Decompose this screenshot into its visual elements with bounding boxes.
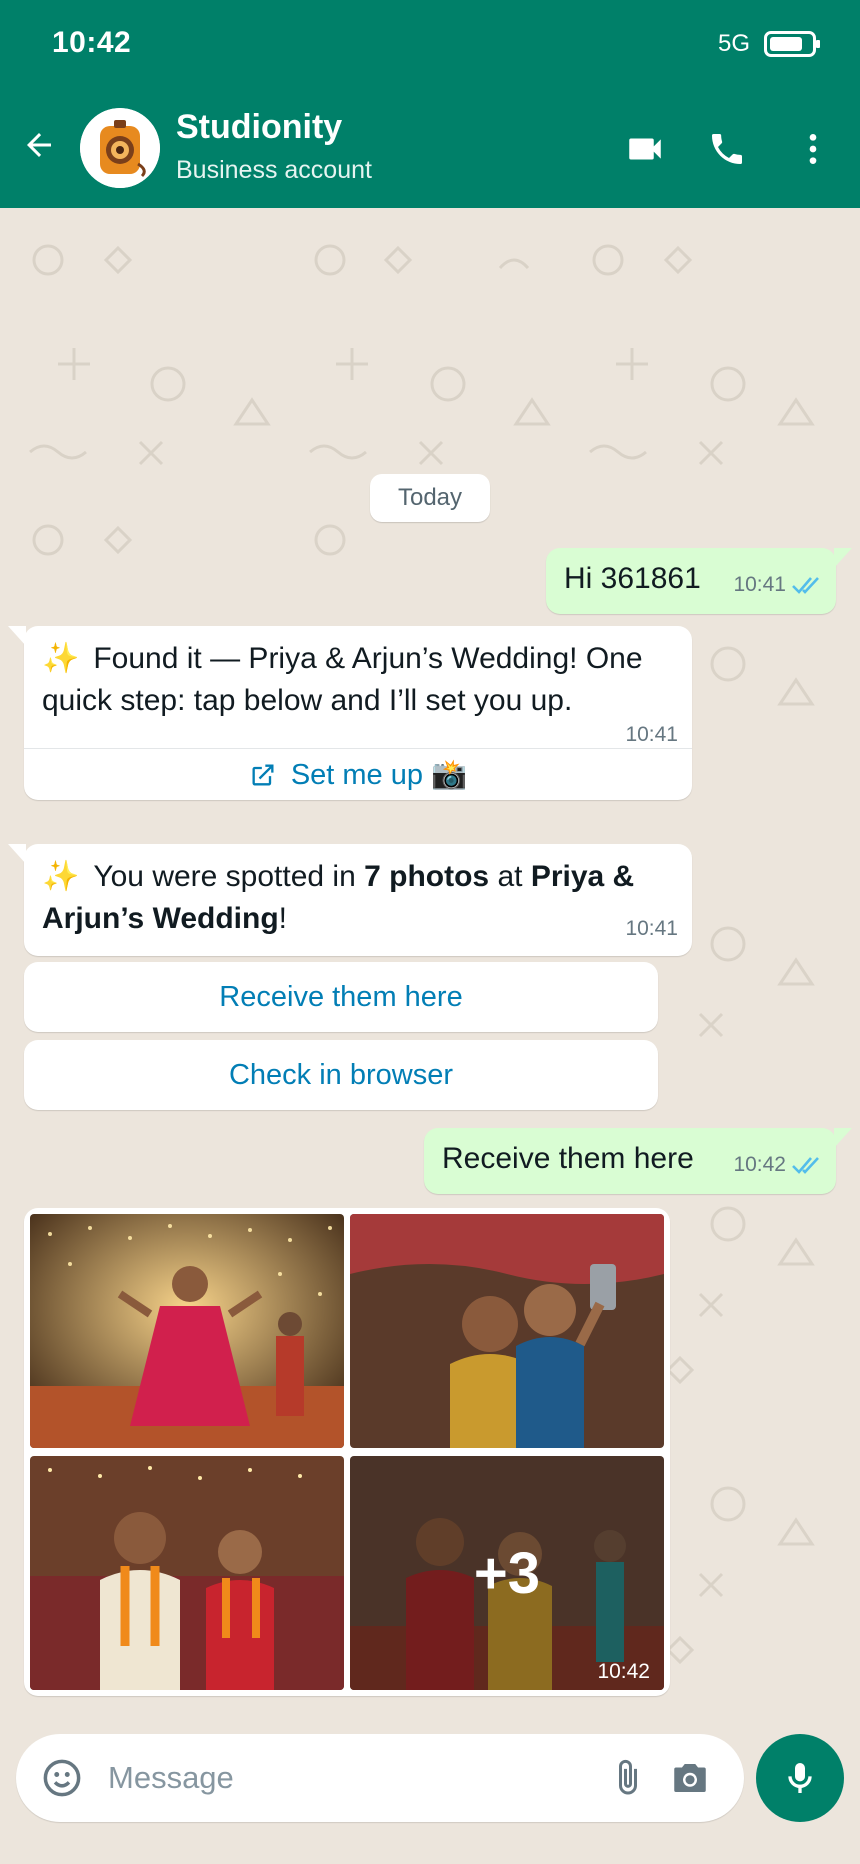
status-time: 10:42 [52,26,132,59]
status-indicators: 5G [717,30,820,58]
video-call-button[interactable] [622,126,668,172]
studionity-logo-icon [80,108,160,188]
mic-icon [788,1763,812,1793]
contact-subtitle: Business account [176,156,372,184]
message-meta: 10:42 [733,1144,822,1186]
battery-icon [764,31,820,57]
double-check-icon [792,1157,819,1174]
message-composer [16,1734,744,1822]
message-outgoing[interactable]: Receive them here 10:42 [424,1128,852,1194]
sparkles-icon: ✨ [42,642,80,675]
message-time: 10:41 [625,917,678,940]
mic-button[interactable] [756,1734,844,1822]
photo-thumbnail[interactable] [350,1214,664,1448]
attach-icon [619,1759,637,1795]
contact-name[interactable]: Studionity [176,108,342,147]
message-time: 10:41 [733,573,786,596]
photo-gallery[interactable]: +3 10:42 [24,1208,670,1696]
photo-thumbnail[interactable] [30,1214,344,1448]
video-call-icon [629,138,661,160]
more-options-button[interactable] [790,126,836,172]
phone-icon [712,134,742,164]
set-me-up-label: Set me up 📸 [290,759,468,791]
couple-photo [30,1456,344,1690]
more-vert-icon [809,134,817,164]
gallery-time: 10:42 [597,1660,650,1683]
network-label: 5G [717,30,750,57]
chat-area[interactable]: Today Hi 361861 10:41 ✨ Found it — Priya … [0,208,860,1716]
voice-call-button[interactable] [704,126,750,172]
photo-count-text: 7 photos [364,860,490,893]
avatar[interactable] [80,108,160,188]
message-text: You were spotted in [93,860,365,893]
message-text-block: ✨ You were spotted in 7 photos at Priya &… [42,856,682,940]
emoji-icon [43,1759,81,1797]
set-me-up-button[interactable]: Set me up 📸 [24,749,692,801]
message-input[interactable] [108,1734,598,1822]
app-header: 10:42 5G Studionity Business account [0,0,860,208]
camera-button[interactable] [668,1756,712,1800]
photo-thumbnail[interactable] [30,1456,344,1690]
external-link-icon [252,764,274,786]
double-check-icon [792,577,819,594]
check-in-browser-button[interactable]: Check in browser [24,1040,658,1110]
message-text: ! [278,902,288,935]
selfie-photo [350,1214,664,1448]
back-button[interactable] [18,124,60,166]
photo-thumbnail-more[interactable]: +3 [350,1456,664,1690]
message-text: Found it — Priya & Arjun’s Wedding! One … [42,642,643,717]
message-meta: 10:41 [733,564,822,606]
sparkles-icon: ✨ [42,860,80,893]
emoji-button[interactable] [40,1756,84,1800]
wedding-dance-photo [30,1214,344,1448]
back-arrow-icon [27,133,51,157]
message-outgoing[interactable]: Hi 361861 10:41 [546,548,852,614]
camera-icon [674,1764,706,1792]
message-incoming[interactable]: ✨ You were spotted in 7 photos at Priya &… [8,844,692,956]
more-photos-overlay[interactable]: +3 [350,1456,664,1690]
message-text: at [489,860,531,893]
date-separator: Today [370,474,490,522]
attach-button[interactable] [606,1756,650,1800]
receive-them-here-button[interactable]: Receive them here [24,962,658,1032]
message-incoming-cta[interactable]: ✨ Found it — Priya & Arjun’s Wedding! One… [8,626,692,801]
message-text: Receive them here [442,1142,694,1175]
message-text: Hi 361861 [564,562,701,595]
message-time: 10:42 [733,1153,786,1176]
message-text-block: ✨ Found it — Priya & Arjun’s Wedding! One… [42,638,682,722]
